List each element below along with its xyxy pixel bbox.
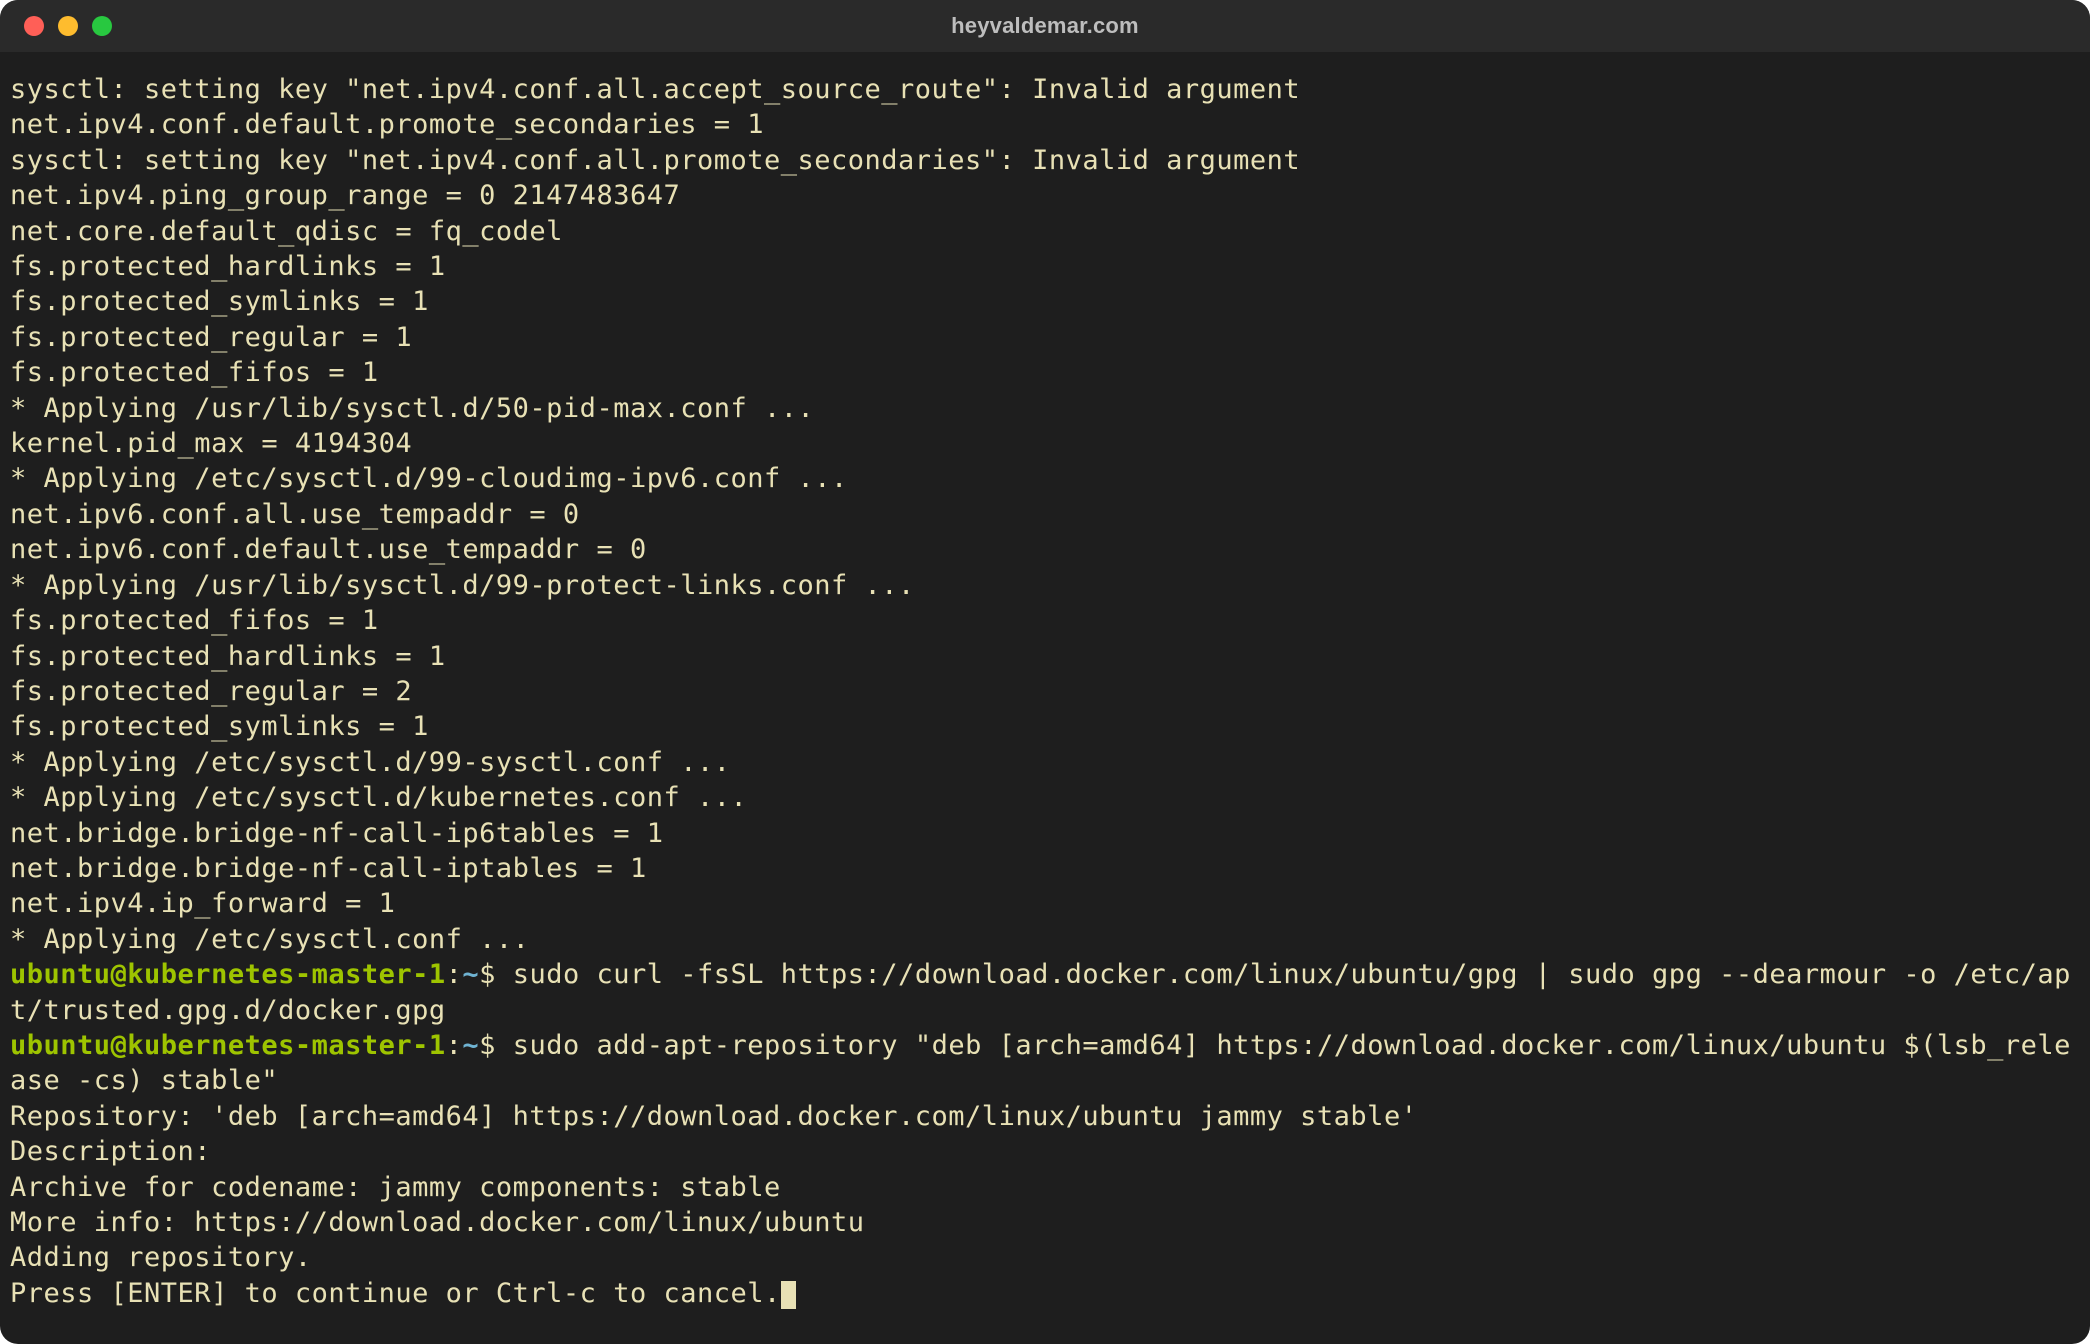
terminal-output-line: kernel.pid_max = 4194304	[10, 426, 2080, 461]
terminal-output-line: net.ipv4.ip_forward = 1	[10, 886, 2080, 921]
terminal-output-line: net.ipv4.conf.default.promote_secondarie…	[10, 107, 2080, 142]
minimize-icon[interactable]	[58, 16, 78, 36]
terminal-output-line: More info: https://download.docker.com/l…	[10, 1205, 2080, 1240]
terminal-output-line: Archive for codename: jammy components: …	[10, 1170, 2080, 1205]
terminal-output-line: Adding repository.	[10, 1240, 2080, 1275]
traffic-lights	[0, 16, 112, 36]
close-icon[interactable]	[24, 16, 44, 36]
prompt-symbol: $	[479, 959, 513, 990]
terminal-command-line: ubuntu@kubernetes-master-1:~$ sudo curl …	[10, 957, 2080, 1028]
terminal-output-line: Description:	[10, 1134, 2080, 1169]
terminal-output-line: sysctl: setting key "net.ipv4.conf.all.a…	[10, 72, 2080, 107]
terminal-output-line: fs.protected_hardlinks = 1	[10, 249, 2080, 284]
terminal-output-line: fs.protected_regular = 2	[10, 674, 2080, 709]
terminal-output-line: net.ipv6.conf.default.use_tempaddr = 0	[10, 532, 2080, 567]
terminal-body[interactable]: sysctl: setting key "net.ipv4.conf.all.a…	[0, 52, 2090, 1344]
terminal-output-line: net.bridge.bridge-nf-call-ip6tables = 1	[10, 816, 2080, 851]
zoom-icon[interactable]	[92, 16, 112, 36]
prompt-path: ~	[462, 1030, 479, 1061]
cursor-icon	[781, 1281, 796, 1309]
terminal-command-line: ubuntu@kubernetes-master-1:~$ sudo add-a…	[10, 1028, 2080, 1099]
terminal-output-line: Press [ENTER] to continue or Ctrl-c to c…	[10, 1276, 2080, 1311]
terminal-output-line: * Applying /usr/lib/sysctl.d/50-pid-max.…	[10, 391, 2080, 426]
prompt-separator: :	[446, 1030, 463, 1061]
terminal-output-line: fs.protected_symlinks = 1	[10, 709, 2080, 744]
prompt-symbol: $	[479, 1030, 513, 1061]
window-title: heyvaldemar.com	[951, 13, 1139, 39]
prompt-path: ~	[462, 959, 479, 990]
terminal-output-line: fs.protected_regular = 1	[10, 320, 2080, 355]
terminal-output-line: fs.protected_symlinks = 1	[10, 284, 2080, 319]
terminal-output-line: net.ipv4.ping_group_range = 0 2147483647	[10, 178, 2080, 213]
terminal-output-line: sysctl: setting key "net.ipv4.conf.all.p…	[10, 143, 2080, 178]
terminal-output-line: net.bridge.bridge-nf-call-iptables = 1	[10, 851, 2080, 886]
terminal-output-line: * Applying /etc/sysctl.d/kubernetes.conf…	[10, 780, 2080, 815]
prompt-user-host: ubuntu@kubernetes-master-1	[10, 959, 446, 990]
titlebar: heyvaldemar.com	[0, 0, 2090, 52]
terminal-output-line: fs.protected_fifos = 1	[10, 603, 2080, 638]
terminal-output-line: * Applying /etc/sysctl.d/99-sysctl.conf …	[10, 745, 2080, 780]
terminal-output-line: fs.protected_hardlinks = 1	[10, 639, 2080, 674]
prompt-separator: :	[446, 959, 463, 990]
terminal-output-line: * Applying /etc/sysctl.d/99-cloudimg-ipv…	[10, 461, 2080, 496]
terminal-output-line: * Applying /etc/sysctl.conf ...	[10, 922, 2080, 957]
terminal-window: heyvaldemar.com sysctl: setting key "net…	[0, 0, 2090, 1344]
terminal-output-line: * Applying /usr/lib/sysctl.d/99-protect-…	[10, 568, 2080, 603]
terminal-output-line: net.core.default_qdisc = fq_codel	[10, 214, 2080, 249]
terminal-output-line: Repository: 'deb [arch=amd64] https://do…	[10, 1099, 2080, 1134]
terminal-output-line: net.ipv6.conf.all.use_tempaddr = 0	[10, 497, 2080, 532]
terminal-output-line: fs.protected_fifos = 1	[10, 355, 2080, 390]
prompt-user-host: ubuntu@kubernetes-master-1	[10, 1030, 446, 1061]
